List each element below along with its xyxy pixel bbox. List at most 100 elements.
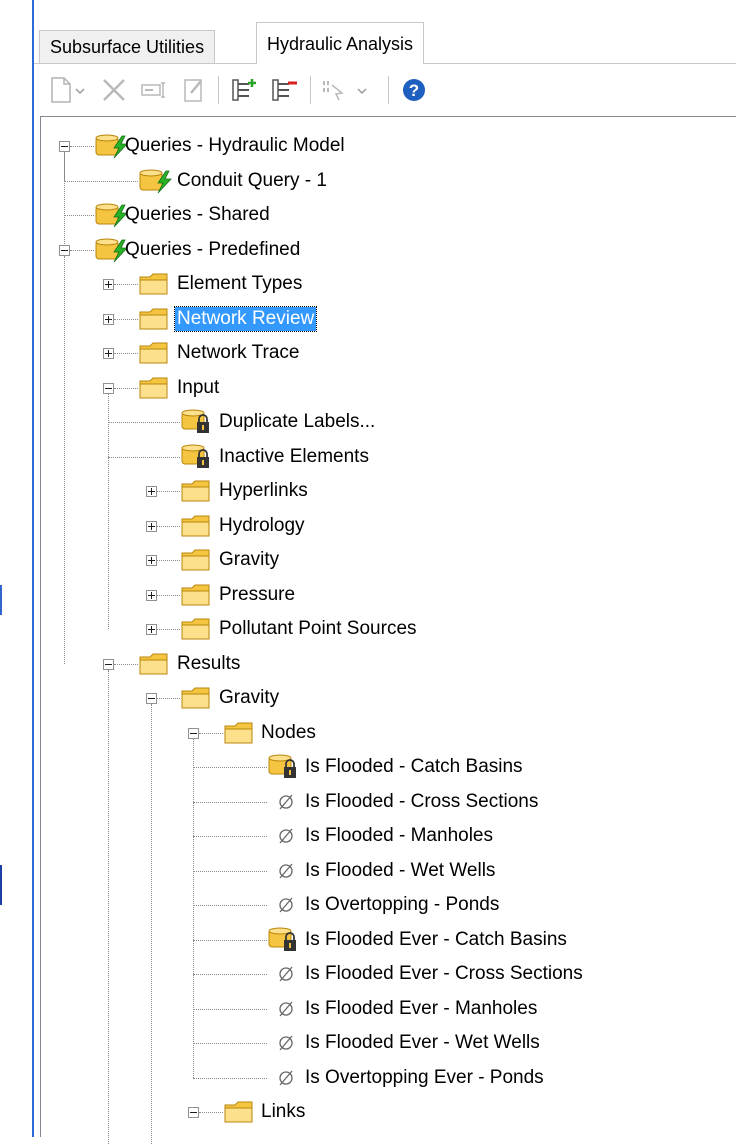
tree-item[interactable]: Pressure bbox=[41, 580, 731, 610]
tree-item[interactable]: Queries - Predefined bbox=[41, 235, 731, 265]
empty-set-icon bbox=[267, 789, 301, 820]
edit-button[interactable] bbox=[174, 64, 214, 116]
tree-connector bbox=[193, 905, 267, 906]
new-document-icon bbox=[46, 75, 90, 105]
tree-connector bbox=[70, 146, 94, 147]
tree-item-label: Gravity bbox=[217, 548, 281, 572]
tree-connector bbox=[114, 353, 138, 354]
tree-item[interactable]: Is Flooded Ever - Cross Sections bbox=[41, 959, 731, 989]
expand-toggle[interactable] bbox=[146, 590, 157, 601]
tree-item[interactable]: Hydrology bbox=[41, 511, 731, 541]
tree-item-label: Queries - Predefined bbox=[123, 238, 302, 262]
tree-connector bbox=[157, 560, 180, 561]
tree-item[interactable]: Is Flooded Ever - Wet Wells bbox=[41, 1028, 731, 1058]
tree-item[interactable]: Element Types bbox=[41, 269, 731, 299]
toolbar-separator bbox=[388, 76, 389, 104]
locked-query-icon bbox=[180, 409, 214, 440]
select-dropdown-button[interactable] bbox=[316, 64, 382, 116]
tree-item-label: Network Trace bbox=[175, 341, 301, 365]
tab-subsurface-utilities[interactable]: Subsurface Utilities bbox=[39, 30, 215, 64]
folder-icon bbox=[138, 651, 170, 682]
tree-item[interactable]: Duplicate Labels... bbox=[41, 407, 731, 437]
tree-item[interactable]: Nodes bbox=[41, 718, 731, 748]
expand-toggle[interactable] bbox=[103, 314, 114, 325]
expand-toggle[interactable] bbox=[146, 521, 157, 532]
tree-item[interactable]: Is Flooded Ever - Catch Basins bbox=[41, 925, 731, 955]
expand-toggle[interactable] bbox=[103, 279, 114, 290]
tree-item[interactable]: Links bbox=[41, 1097, 731, 1127]
locked-query-icon bbox=[267, 927, 301, 958]
tab-hydraulic-analysis[interactable]: Hydraulic Analysis bbox=[256, 22, 424, 64]
tree-item-label: Is Flooded - Manholes bbox=[303, 824, 495, 848]
expand-toggle[interactable] bbox=[146, 555, 157, 566]
folder-icon bbox=[223, 1099, 255, 1130]
tree-item[interactable]: Conduit Query - 1 bbox=[41, 166, 731, 196]
new-button[interactable] bbox=[46, 64, 90, 116]
tree-connector bbox=[108, 457, 180, 458]
tree-item[interactable]: Is Overtopping Ever - Ponds bbox=[41, 1063, 731, 1093]
tree-connector bbox=[70, 250, 94, 251]
tree-item[interactable]: Is Flooded Ever - Manholes bbox=[41, 994, 731, 1024]
tree-connector bbox=[114, 388, 138, 389]
tree-connector bbox=[64, 181, 138, 182]
empty-set-icon bbox=[267, 823, 301, 854]
rename-button[interactable] bbox=[134, 64, 174, 116]
tree-item[interactable]: Results bbox=[41, 649, 731, 679]
folder-icon bbox=[138, 340, 170, 371]
delete-icon bbox=[99, 75, 129, 105]
expand-toggle[interactable] bbox=[103, 348, 114, 359]
collapse-toggle[interactable] bbox=[59, 245, 70, 256]
collapse-toggle[interactable] bbox=[103, 659, 114, 670]
tree-item[interactable]: Network Review bbox=[41, 304, 731, 334]
collapse-toggle[interactable] bbox=[188, 1107, 199, 1118]
tree-item[interactable]: Queries - Hydraulic Model bbox=[41, 131, 731, 161]
tree-item[interactable]: Is Flooded - Cross Sections bbox=[41, 787, 731, 817]
tree-connector bbox=[199, 1112, 223, 1113]
locked-query-icon bbox=[267, 754, 301, 785]
tree-item[interactable]: Hyperlinks bbox=[41, 476, 731, 506]
collapse-toggle[interactable] bbox=[146, 693, 157, 704]
collapse-all-button[interactable] bbox=[264, 64, 304, 116]
expand-toggle[interactable] bbox=[146, 624, 157, 635]
tree-item[interactable]: Network Trace bbox=[41, 338, 731, 368]
window-left-border bbox=[32, 0, 34, 1137]
folder-icon bbox=[180, 685, 212, 716]
folder-icon bbox=[223, 720, 255, 751]
help-button[interactable]: ? bbox=[394, 64, 434, 116]
tree-item[interactable]: Gravity bbox=[41, 683, 731, 713]
edit-icon bbox=[179, 75, 209, 105]
tree-item[interactable]: Gravity bbox=[41, 545, 731, 575]
tab-strip: Subsurface Utilities Hydraulic Analysis bbox=[34, 0, 736, 64]
tree-item[interactable]: Is Flooded - Catch Basins bbox=[41, 752, 731, 782]
collapse-toggle[interactable] bbox=[188, 728, 199, 739]
tree-connector bbox=[114, 664, 138, 665]
empty-set-icon bbox=[267, 892, 301, 923]
tree-item[interactable]: Is Flooded - Manholes bbox=[41, 821, 731, 851]
tree-item[interactable]: Pollutant Point Sources bbox=[41, 614, 731, 644]
tree-connector bbox=[193, 1009, 267, 1010]
help-icon: ? bbox=[399, 75, 429, 105]
expand-toggle[interactable] bbox=[146, 486, 157, 497]
tree-item-label: Conduit Query - 1 bbox=[175, 169, 329, 193]
folder-icon bbox=[180, 547, 212, 578]
tree-item[interactable]: Is Overtopping - Ponds bbox=[41, 890, 731, 920]
collapse-toggle[interactable] bbox=[59, 141, 70, 152]
tree-item-label: Is Flooded Ever - Manholes bbox=[303, 997, 539, 1021]
empty-set-icon bbox=[267, 1065, 301, 1096]
tree-item[interactable]: Input bbox=[41, 373, 731, 403]
tree-item[interactable]: Queries - Shared bbox=[41, 200, 731, 230]
tree-connector bbox=[193, 767, 267, 768]
select-icon bbox=[316, 75, 382, 105]
tree-item-label: Pollutant Point Sources bbox=[217, 617, 419, 641]
expand-all-button[interactable] bbox=[224, 64, 264, 116]
tree-connector bbox=[108, 422, 180, 423]
delete-button[interactable] bbox=[94, 64, 134, 116]
collapse-toggle[interactable] bbox=[103, 383, 114, 394]
tree-item[interactable]: Inactive Elements bbox=[41, 442, 731, 472]
tree-item-label: Results bbox=[175, 652, 242, 676]
query-group-icon bbox=[138, 168, 172, 199]
tree-item[interactable]: Is Flooded - Wet Wells bbox=[41, 856, 731, 886]
locked-query-icon bbox=[180, 444, 214, 475]
tree-item-label: Input bbox=[175, 376, 221, 400]
tree-connector bbox=[193, 802, 267, 803]
